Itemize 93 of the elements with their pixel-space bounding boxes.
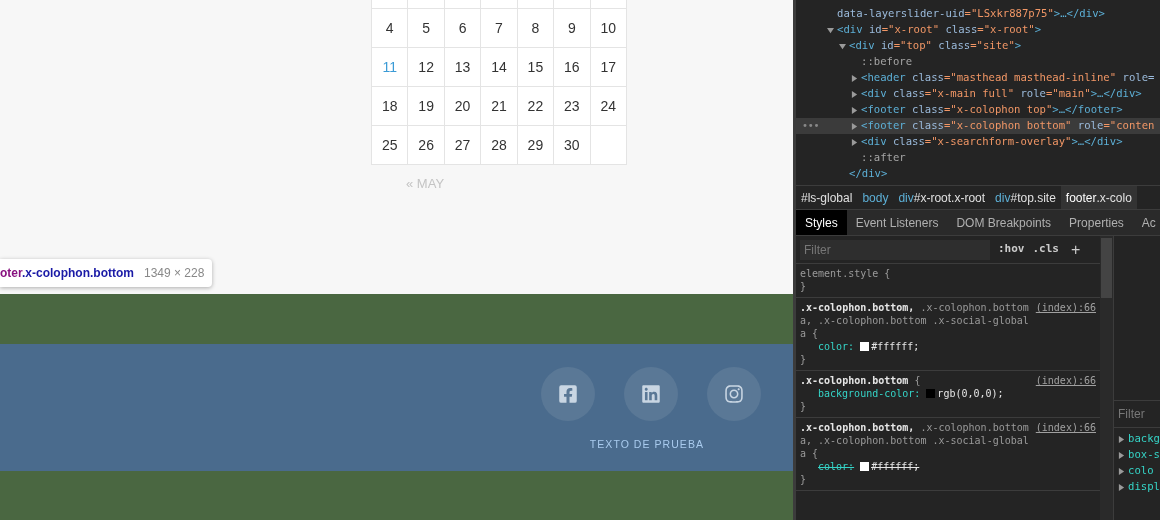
markup-text: </div> xyxy=(849,166,888,182)
color-swatch[interactable] xyxy=(926,389,936,398)
rule-selector: element.style { xyxy=(800,267,892,280)
markup-text: <div id="top" class="site"> xyxy=(849,38,1022,54)
breadcrumb-item[interactable]: #ls-global xyxy=(796,186,858,209)
rule-close: } xyxy=(800,353,808,366)
calendar-day[interactable]: 13 xyxy=(444,48,482,87)
scrollbar-thumb[interactable] xyxy=(1101,238,1112,298)
dom-node-row[interactable]: ::after xyxy=(796,150,1160,166)
computed-property[interactable]: displ xyxy=(1128,479,1160,495)
markup-text: <div class="x-main full" role="main">…</div> xyxy=(861,86,1142,102)
computed-filter-field[interactable]: Filter xyxy=(1118,405,1156,423)
facebook-icon xyxy=(558,384,578,404)
panel-tab[interactable]: Properties xyxy=(1060,210,1133,235)
calendar-day[interactable]: 19 xyxy=(408,87,445,126)
panel-tab[interactable]: DOM Breakpoints xyxy=(947,210,1061,235)
css-value[interactable]: #ffffff; xyxy=(871,460,920,473)
dom-node-row[interactable]: <div id="x-root" class="x-root"> xyxy=(796,22,1160,38)
footer-text: TEXTO DE PRUEBA xyxy=(589,437,704,452)
calendar-day[interactable]: 28 xyxy=(481,126,518,165)
markup-text: ::after xyxy=(861,150,906,166)
calendar-day[interactable]: 17 xyxy=(590,48,627,87)
linkedin-icon xyxy=(641,384,661,404)
calendar-day[interactable]: 22 xyxy=(517,87,555,126)
markup-text: <footer class="x-colophon bottom" role="conten xyxy=(861,118,1155,134)
calendar-day[interactable]: 30 xyxy=(554,126,591,165)
calendar-day[interactable]: 14 xyxy=(481,48,518,87)
class-toggle-button[interactable]: .cls xyxy=(1032,241,1059,258)
markup-text: <div id="x-root" class="x-root"> xyxy=(837,22,1042,38)
computed-property[interactable]: box-s xyxy=(1128,447,1160,463)
calendar-day[interactable]: 25 xyxy=(372,126,409,165)
css-value[interactable]: #ffffff; xyxy=(871,340,920,353)
element-size: 1349 × 228 xyxy=(144,265,205,282)
calendar-day[interactable]: 21 xyxy=(481,87,518,126)
calendar-day[interactable]: 26 xyxy=(408,126,445,165)
calendar-day[interactable]: 7 xyxy=(481,9,518,48)
source-link[interactable]: (index):66 xyxy=(1035,421,1096,434)
calendar-day[interactable]: 6 xyxy=(444,9,482,48)
markup-text: <footer class="x-colophon top">…</footer> xyxy=(861,102,1123,118)
calendar-day[interactable]: 15 xyxy=(517,48,555,87)
panel-tab[interactable]: Event Listeners xyxy=(846,210,948,235)
css-value[interactable]: rgb(0,0,0); xyxy=(937,387,1004,400)
css-property[interactable]: color: xyxy=(818,460,855,473)
breadcrumb-item[interactable]: div#top.site xyxy=(990,186,1061,209)
instagram-icon xyxy=(724,384,744,404)
element-selector: oter.x-colophon.bottom xyxy=(0,265,134,282)
rule-close: } xyxy=(800,280,808,293)
markup-text: <header class="masthead masthead-inline" role= xyxy=(861,70,1155,86)
calendar-day[interactable]: 18 xyxy=(372,87,409,126)
calendar-day[interactable]: 16 xyxy=(554,48,591,87)
calendar-day[interactable]: 10 xyxy=(590,9,627,48)
rule-selector: .x-colophon.bottom, .x-colophon.bottom a, .x-colophon.bottom .x-social-global a { xyxy=(800,421,1030,460)
calendar-day[interactable]: 29 xyxy=(517,126,555,165)
dom-node-row[interactable]: <div class="x-searchform-overlay">…</div> xyxy=(796,134,1160,150)
css-property[interactable]: background-color: xyxy=(818,387,921,400)
calendar-day[interactable]: 20 xyxy=(444,87,482,126)
dom-node-row[interactable]: ••• <footer class="x-colophon bottom" role="conten xyxy=(796,118,1160,134)
css-property[interactable]: color: xyxy=(818,340,855,353)
rule-close: } xyxy=(800,473,808,486)
styles-filter-field[interactable]: Filter xyxy=(800,239,990,260)
breadcrumb-item[interactable]: body xyxy=(857,186,894,209)
calendar-day[interactable]: 5 xyxy=(408,9,445,48)
computed-property[interactable]: backg xyxy=(1128,431,1160,447)
calendar-day[interactable]: 12 xyxy=(408,48,445,87)
source-link[interactable]: (index):66 xyxy=(1035,374,1096,387)
color-swatch[interactable] xyxy=(860,462,870,471)
rule-close: } xyxy=(800,400,808,413)
new-rule-button[interactable]: + xyxy=(1071,241,1081,258)
hover-state-button[interactable]: :hov xyxy=(998,241,1025,258)
dom-node-row[interactable]: ::before xyxy=(796,54,1160,70)
calendar-day[interactable]: 8 xyxy=(517,9,555,48)
markup-text: data-layerslider-uid="LSxkr887p75">…</div> xyxy=(837,6,1105,22)
dom-node-row[interactable]: <div class="x-main full" role="main">…</div> xyxy=(796,86,1160,102)
breadcrumb-item[interactable]: div#x-root.x-root xyxy=(893,186,991,209)
calendar-day[interactable]: 24 xyxy=(590,87,627,126)
color-swatch[interactable] xyxy=(860,342,870,351)
rule-selector: .x-colophon.bottom { xyxy=(800,374,922,387)
panel-tab[interactable]: Ac xyxy=(1132,210,1160,235)
calendar-day[interactable]: 27 xyxy=(444,126,482,165)
computed-property[interactable]: colo xyxy=(1128,463,1154,479)
breadcrumb-item[interactable]: footer.x-colo xyxy=(1060,186,1137,209)
dom-node-row[interactable]: <footer class="x-colophon top">…</footer> xyxy=(796,102,1160,118)
calendar-day[interactable]: 23 xyxy=(554,87,591,126)
markup-text: ::before xyxy=(861,54,913,70)
rule-selector: .x-colophon.bottom, .x-colophon.bottom a, .x-colophon.bottom .x-social-global a { xyxy=(800,301,1030,340)
dom-node-row[interactable]: data-layerslider-uid="LSxkr887p75">…</div> xyxy=(796,6,1160,22)
calendar-day[interactable]: 4 xyxy=(372,9,409,48)
dom-node-row[interactable]: <div id="top" class="site"> xyxy=(796,38,1160,54)
dom-node-row[interactable]: <header class="masthead masthead-inline" role= xyxy=(796,70,1160,86)
source-link[interactable]: (index):66 xyxy=(1035,301,1096,314)
calendar-day[interactable]: 9 xyxy=(554,9,591,48)
markup-text: <div class="x-searchform-overlay">…</div> xyxy=(861,134,1123,150)
panel-tab[interactable]: Styles xyxy=(796,210,847,235)
